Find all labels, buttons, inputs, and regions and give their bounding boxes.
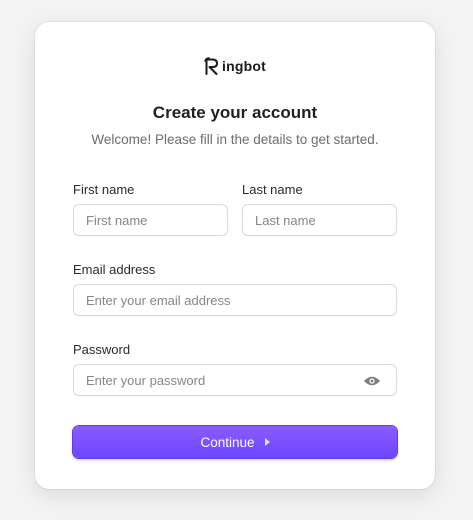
continue-button[interactable]: Continue bbox=[73, 426, 397, 458]
brand-name: ingbot bbox=[222, 58, 266, 74]
continue-button-label: Continue bbox=[200, 434, 255, 450]
eye-icon[interactable] bbox=[363, 374, 381, 386]
r-monogram-icon bbox=[204, 57, 219, 75]
password-input[interactable] bbox=[73, 364, 397, 396]
brand-logo: ingbot bbox=[35, 57, 435, 75]
password-label: Password bbox=[73, 342, 131, 357]
email-input[interactable] bbox=[73, 284, 397, 316]
signup-card: ingbot Create your account Welcome! Plea… bbox=[35, 22, 435, 489]
first-name-input[interactable] bbox=[73, 204, 228, 236]
page-title: Create your account bbox=[152, 103, 318, 122]
last-name-input[interactable] bbox=[242, 204, 397, 236]
email-label: Email address bbox=[73, 262, 156, 277]
page-subtitle: Welcome! Please fill in the details to g… bbox=[91, 132, 379, 147]
last-name-label: Last name bbox=[242, 182, 303, 197]
caret-right-icon bbox=[264, 438, 270, 446]
first-name-label: First name bbox=[73, 182, 135, 197]
